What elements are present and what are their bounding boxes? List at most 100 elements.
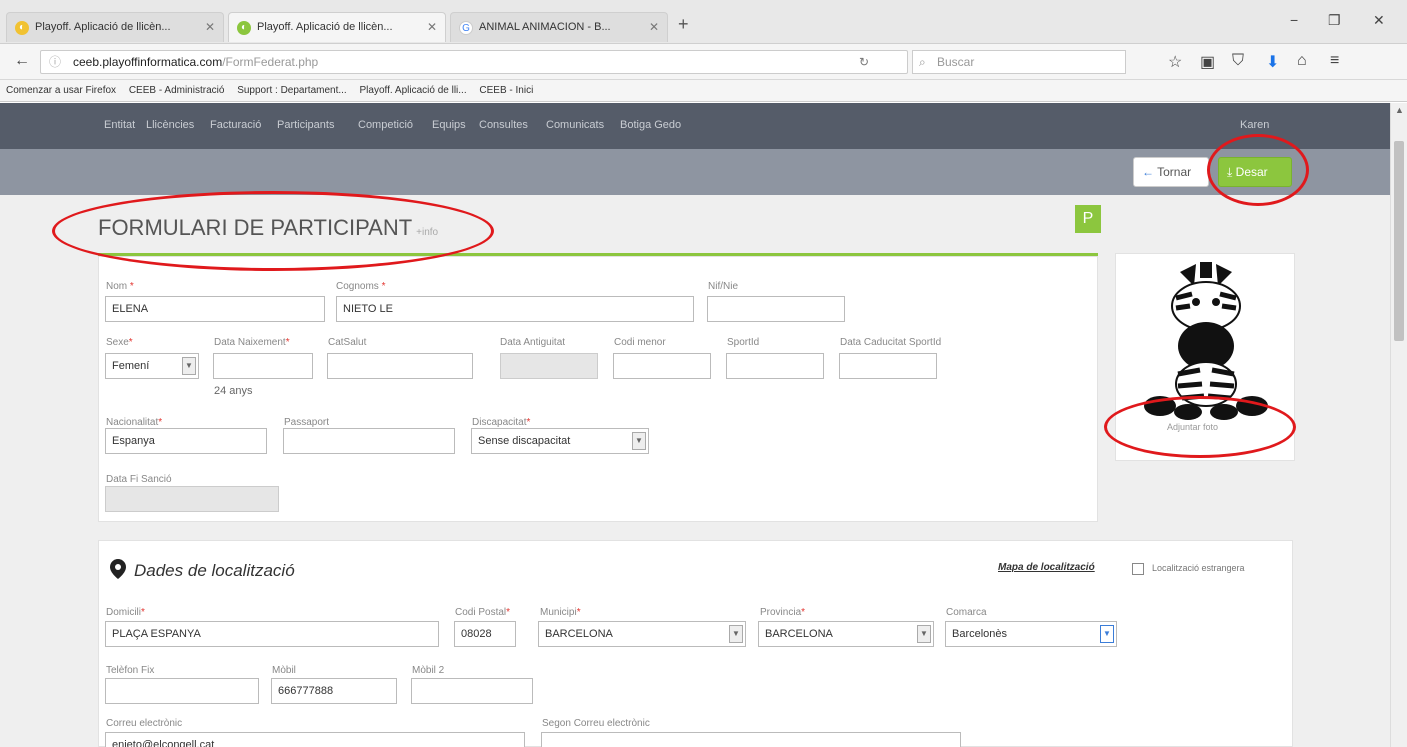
sexe-value: Femení [112, 360, 150, 372]
menu-item-facturacio[interactable]: Facturació [210, 119, 261, 131]
data-naixement-input[interactable] [213, 353, 313, 379]
label-domicili: Domicili* [106, 607, 145, 618]
label-mobil2: Mòbil 2 [412, 665, 445, 676]
nom-input[interactable]: ELENA [105, 296, 325, 322]
reload-icon[interactable]: ↻ [859, 51, 869, 73]
segon-correu-input[interactable] [541, 732, 961, 747]
cognoms-input[interactable]: NIETO LE [336, 296, 694, 322]
bookmark-item[interactable]: CEEB - Inici [479, 85, 533, 96]
app-main-menu: Entitat Llicències Facturació Participan… [0, 103, 1390, 149]
catsalut-input[interactable] [327, 353, 473, 379]
domicili-input[interactable]: PLAÇA ESPANYA [105, 621, 439, 647]
data-caducitat-input[interactable] [839, 353, 937, 379]
label-data-antiguitat: Data Antiguitat [500, 337, 566, 348]
municipi-value: BARCELONA [545, 628, 613, 640]
label-provincia: Provincia* [760, 607, 806, 618]
bookmark-star-icon[interactable]: ☆ [1168, 52, 1182, 72]
chevron-down-icon: ▼ [729, 625, 743, 643]
menu-item-comunicats[interactable]: Comunicats [546, 119, 604, 131]
passaport-input[interactable] [283, 428, 455, 454]
mapa-localitzacio-link[interactable]: Mapa de localització [998, 562, 1095, 573]
restore-icon[interactable]: ❐ [1328, 12, 1341, 29]
pocket-icon[interactable]: ⛉ [1232, 52, 1244, 70]
mobil2-input[interactable] [411, 678, 533, 704]
bookmark-item[interactable]: Playoff. Aplicació de lli... [360, 85, 467, 96]
close-window-icon[interactable]: ✕ [1373, 12, 1385, 29]
new-tab-button[interactable]: + [678, 14, 689, 35]
close-tab-icon[interactable]: ✕ [427, 13, 437, 41]
user-menu[interactable]: Karen [1240, 119, 1269, 131]
data-fi-sancio-input [105, 486, 279, 512]
label-passaport: Passaport [284, 417, 330, 428]
menu-item-entitat[interactable]: Entitat [104, 119, 135, 131]
search-bar[interactable]: ⌕ Buscar [912, 50, 1126, 74]
age-hint: 24 anys [214, 385, 253, 397]
menu-item-equips[interactable]: Equips [432, 119, 466, 131]
map-pin-icon [110, 559, 126, 584]
info-icon[interactable]: ⓘ [49, 51, 61, 73]
provincia-select[interactable]: BARCELONA ▼ [758, 621, 934, 647]
correu-input[interactable]: enieto@elcongell.cat [105, 732, 525, 747]
chevron-down-icon: ▼ [917, 625, 931, 643]
minimize-icon[interactable]: − [1290, 12, 1298, 28]
telefon-fix-input[interactable] [105, 678, 259, 704]
url-path: /FormFederat.php [222, 55, 319, 69]
bookmark-item[interactable]: CEEB - Administració [129, 85, 225, 96]
menu-item-consultes[interactable]: Consultes [479, 119, 528, 131]
sportid-input[interactable] [726, 353, 824, 379]
label-data-fi-sancio: Data Fi Sanció [106, 474, 172, 485]
menu-item-botiga[interactable]: Botiga Gedo [620, 119, 681, 131]
bookmark-item[interactable]: Support : Departament... [237, 85, 347, 96]
label-telefon-fix: Telèfon Fix [106, 665, 155, 676]
label-data-caducitat: Data Caducitat SportId [840, 337, 942, 348]
close-tab-icon[interactable]: ✕ [649, 13, 659, 41]
clipboard-icon[interactable]: ▣ [1200, 52, 1215, 72]
browser-tab-1[interactable]: ◐ Playoff. Aplicació de llicèn... ✕ [6, 12, 224, 42]
provincia-value: BARCELONA [765, 628, 833, 640]
browser-tab-2[interactable]: ◐ Playoff. Aplicació de llicèn... ✕ [228, 12, 446, 42]
label-catsalut: CatSalut [328, 337, 367, 348]
annotation-ring-title [52, 191, 494, 271]
mobil-input[interactable]: 666777888 [271, 678, 397, 704]
label-sportid: SportId [727, 337, 760, 348]
comarca-select[interactable]: Barcelonès ▼ [945, 621, 1117, 647]
label-municipi: Municipi* [540, 607, 581, 618]
sexe-select[interactable]: Femení ▼ [105, 353, 199, 379]
download-icon[interactable]: ⬇ [1266, 52, 1279, 72]
annotation-ring-desar [1207, 134, 1309, 206]
municipi-select[interactable]: BARCELONA ▼ [538, 621, 746, 647]
nif-input[interactable] [707, 296, 845, 322]
screen: ◐ Playoff. Aplicació de llicèn... ✕ ◐ Pl… [0, 0, 1407, 747]
discapacitat-select[interactable]: Sense discapacitat ▼ [471, 428, 649, 454]
data-antiguitat-input [500, 353, 598, 379]
codi-menor-input[interactable] [613, 353, 711, 379]
nacionalitat-input[interactable]: Espanya [105, 428, 267, 454]
url-bar[interactable]: ⓘ ceeb.playoffinformatica.com/FormFedera… [40, 50, 908, 74]
scroll-up-icon[interactable]: ▲ [1395, 105, 1404, 115]
menu-item-llicencies[interactable]: Llicències [146, 119, 194, 131]
arrow-left-icon: ← [1142, 165, 1154, 179]
page-scrollbar[interactable]: ▲ [1390, 103, 1407, 747]
label-segon-correu: Segon Correu electrònic [542, 718, 650, 729]
tab-title: Playoff. Aplicació de llicèn... [35, 21, 171, 33]
back-arrow-icon[interactable]: ← [14, 52, 30, 70]
localitzacio-estrangera-checkbox[interactable] [1132, 563, 1144, 575]
label-discapacitat: Discapacitat* [472, 417, 531, 428]
menu-hamburger-icon[interactable]: ≡ [1330, 52, 1339, 70]
close-tab-icon[interactable]: ✕ [205, 13, 215, 41]
codi-postal-input[interactable]: 08028 [454, 621, 516, 647]
scrollbar-thumb[interactable] [1394, 141, 1404, 341]
tornar-button[interactable]: ← Tornar [1133, 157, 1209, 187]
chevron-down-icon: ▼ [182, 357, 196, 375]
menu-item-competicio[interactable]: Competició [358, 119, 413, 131]
label-codi-postal: Codi Postal* [455, 607, 511, 618]
home-icon[interactable]: ⌂ [1297, 52, 1307, 70]
label-comarca: Comarca [946, 607, 987, 618]
browser-tab-3[interactable]: G ANIMAL ANIMACION - B... ✕ [450, 12, 668, 42]
browser-tab-bar: ◐ Playoff. Aplicació de llicèn... ✕ ◐ Pl… [0, 0, 1407, 44]
browser-nav-bar: ← ⓘ ceeb.playoffinformatica.com/FormFede… [0, 44, 1407, 80]
bookmark-item[interactable]: Comenzar a usar Firefox [6, 85, 116, 96]
label-nif: Nif/Nie [708, 281, 739, 292]
menu-item-participants[interactable]: Participants [277, 119, 334, 131]
playoff-favicon-icon: ◐ [237, 21, 251, 35]
